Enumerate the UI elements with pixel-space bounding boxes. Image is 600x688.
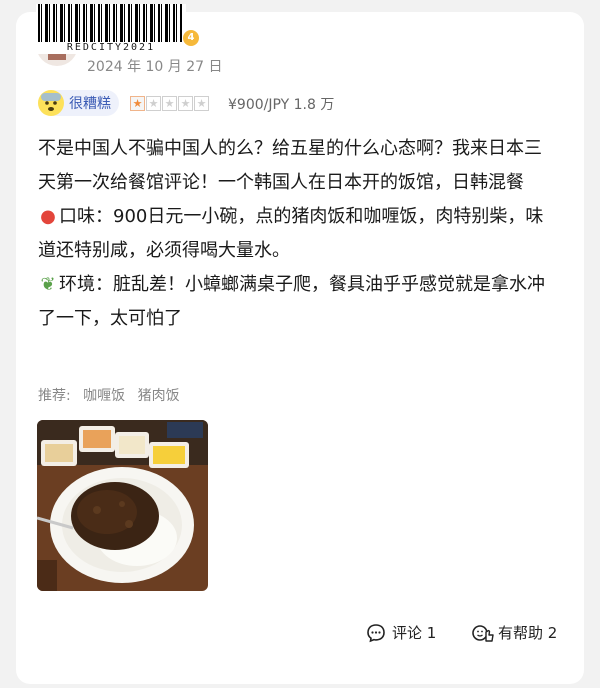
star-icon-empty: ★ [194, 96, 209, 111]
comment-count: 评论 1 [392, 624, 437, 642]
leaf-icon: ❦ [40, 274, 56, 295]
recommend-item[interactable]: 猪肉饭 [138, 388, 180, 404]
helpful-button[interactable]: 有帮助 2 [472, 622, 557, 643]
taste-text: 口味：900日元一小碗，点的猪肉饭和咖喱饭，肉特别柴，味道还特别咸，必须得喝大量… [38, 206, 544, 261]
review-body: 不是中国人不骗中国人的么？给五星的什么心态啊？我来日本三天第一次给餐馆评论！一个… [38, 132, 558, 336]
review-paragraph: 不是中国人不骗中国人的么？给五星的什么心态啊？我来日本三天第一次给餐馆评论！一个… [38, 138, 542, 193]
rice-bowl-icon: ● [40, 206, 56, 227]
rating-row: 很糟糕 ★ ★ ★ ★ ★ ¥900/JPY 1.8 万 [38, 90, 398, 116]
review-taste: ● 口味：900日元一小碗，点的猪肉饭和咖喱饭，肉特别柴，味道还特别咸，必须得喝大… [38, 200, 558, 268]
comment-button[interactable]: 评论 1 [366, 622, 436, 643]
star-icon-empty: ★ [178, 96, 193, 111]
curry-rice-photo [37, 420, 208, 591]
recommend-item[interactable]: 咖喱饭 [83, 388, 125, 404]
barcode-icon [38, 4, 182, 42]
recommend-label: 推荐: [38, 388, 71, 404]
review-date: 2024 年 10 月 27 日 [87, 59, 223, 75]
review-environment: ❦ 环境：脏乱差！小蟑螂满桌子爬，餐具油乎乎感觉就是拿水冲了一下，太可怕了 [38, 268, 558, 336]
user-level-badge: 4 [183, 30, 199, 46]
environment-text: 环境：脏乱差！小蟑螂满桌子爬，餐具油乎乎感觉就是拿水冲了一下，太可怕了 [38, 274, 545, 329]
watermark-barcode: REDCITY2021 [36, 4, 186, 54]
recommended-dishes: 推荐: 咖喱饭 猪肉饭 [38, 385, 188, 405]
star-icon-filled: ★ [130, 96, 145, 111]
helpful-count: 有帮助 2 [498, 624, 558, 642]
comment-bubble-icon [366, 623, 386, 643]
frightened-face-icon [38, 90, 64, 116]
star-rating: ★ ★ ★ ★ ★ [130, 96, 209, 111]
mood-label: 很糟糕 [69, 96, 111, 112]
star-icon-empty: ★ [162, 96, 177, 111]
mood-tag: 很糟糕 [38, 90, 119, 116]
star-icon-empty: ★ [146, 96, 161, 111]
watermark-text: REDCITY2021 [66, 42, 156, 53]
thumbs-up-icon [472, 623, 494, 643]
price-per-person: ¥900/JPY 1.8 万 [228, 97, 335, 113]
review-photo[interactable] [37, 420, 208, 591]
